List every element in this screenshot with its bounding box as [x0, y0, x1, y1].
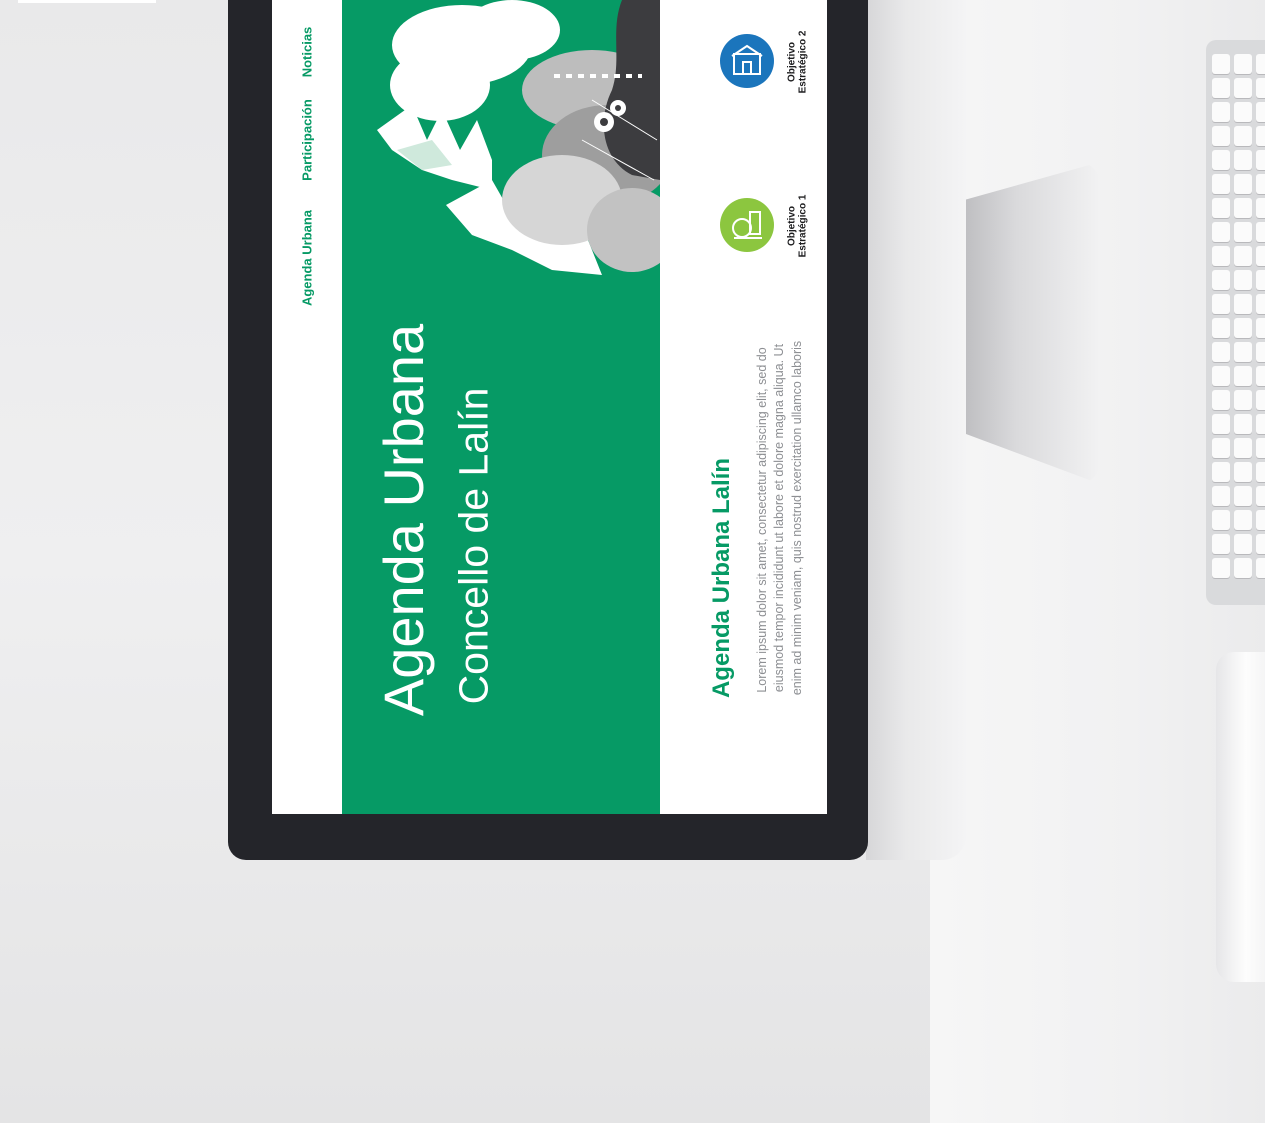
desk-scene: Agenda Urbana Participación Noticias Age…	[0, 0, 1265, 1123]
keyboard-key	[1212, 270, 1230, 290]
keyboard-key	[1256, 462, 1265, 482]
keyboard-key	[1256, 294, 1265, 314]
keyboard-key	[1256, 198, 1265, 218]
keyboard-key	[1234, 54, 1252, 74]
paragraph-line: Lorem ipsum dolor sit amet, consectetur …	[755, 347, 769, 693]
keyboard-key	[1212, 198, 1230, 218]
keyboard-key	[1234, 102, 1252, 122]
monitor-stand	[962, 162, 1100, 484]
keyboard-key	[1212, 366, 1230, 386]
key-column	[1256, 54, 1265, 582]
keyboard-key	[1212, 150, 1230, 170]
keyboard-key	[1212, 174, 1230, 194]
keyboard-key	[1256, 390, 1265, 410]
nav-participacion[interactable]: Participación	[300, 99, 315, 181]
keyboard-key	[1256, 78, 1265, 98]
keyboard-key	[1234, 486, 1252, 506]
objective-2-line2: Estratégico 2	[797, 30, 808, 94]
keyboard-key	[1212, 294, 1230, 314]
keyboard-key	[1212, 438, 1230, 458]
keyboard-key	[1234, 78, 1252, 98]
keyboard-key	[1256, 486, 1265, 506]
keyboard-key	[1256, 126, 1265, 146]
objective-1-line2: Estratégico 1	[797, 194, 808, 258]
monitor-chin	[866, 0, 966, 860]
keyboard-key	[1212, 222, 1230, 242]
keyboard-key	[1212, 510, 1230, 530]
keyboard-key	[1256, 270, 1265, 290]
building-icon[interactable]	[720, 34, 774, 88]
website-screen: Agenda Urbana Participación Noticias Age…	[272, 0, 827, 814]
keyboard-key	[1234, 126, 1252, 146]
keyboard-key	[1234, 438, 1252, 458]
key-column	[1234, 54, 1252, 582]
hero-subtitle: Concello de Lalín	[450, 387, 497, 705]
keyboard-key	[1234, 222, 1252, 242]
keyboard-key	[1256, 102, 1265, 122]
keyboard-key	[1212, 390, 1230, 410]
keyboard-key	[1234, 510, 1252, 530]
hero-banner: Agenda Urbana Concello de Lalín	[342, 0, 660, 814]
objective-1-line1: Objetivo	[786, 206, 798, 247]
keyboard-key	[1256, 150, 1265, 170]
objective-2-label: Objetivo Estratégico 2	[786, 30, 809, 94]
keyboard-key	[1212, 414, 1230, 434]
keyboard-key	[1256, 558, 1265, 578]
paragraph-line: eiusmod tempor incididunt ut labore et d…	[772, 343, 786, 693]
keyboard-key	[1212, 102, 1230, 122]
top-navigation: Agenda Urbana Participación Noticias	[272, 0, 342, 814]
section-title: Agenda Urbana Lalín	[708, 457, 735, 699]
keyboard-key	[1212, 462, 1230, 482]
hero-title: Agenda Urbana	[372, 323, 435, 717]
park-icon[interactable]	[720, 198, 774, 252]
keyboard-key	[1256, 174, 1265, 194]
keyboard-key	[1212, 534, 1230, 554]
objective-2-line1: Objetivo	[786, 42, 798, 83]
keyboard-key	[1234, 246, 1252, 266]
keyboard-key	[1234, 342, 1252, 362]
city-illustration	[377, 0, 660, 275]
keyboard	[1206, 40, 1265, 605]
paper-edge	[18, 0, 156, 3]
keyboard-key	[1256, 414, 1265, 434]
keyboard-key	[1234, 366, 1252, 386]
nav-agenda-urbana[interactable]: Agenda Urbana	[300, 210, 315, 306]
keyboard-key	[1234, 294, 1252, 314]
keyboard-key	[1212, 246, 1230, 266]
keyboard-key	[1256, 510, 1265, 530]
keyboard-key	[1212, 558, 1230, 578]
content-area: Agenda Urbana Lalín Lorem ipsum dolor si…	[660, 0, 827, 814]
keyboard-key	[1234, 414, 1252, 434]
keyboard-key	[1234, 558, 1252, 578]
keyboard-key	[1212, 126, 1230, 146]
keyboard-key	[1212, 342, 1230, 362]
keyboard-key	[1234, 174, 1252, 194]
paragraph-line: enim ad minim veniam, quis nostrud exerc…	[790, 340, 804, 696]
keyboard-key	[1234, 198, 1252, 218]
keyboard-key	[1234, 390, 1252, 410]
objective-1-label: Objetivo Estratégico 1	[786, 194, 809, 258]
keyboard-key	[1256, 222, 1265, 242]
keyboard-key	[1212, 318, 1230, 338]
mouse	[1216, 652, 1265, 982]
keyboard-key	[1234, 270, 1252, 290]
keyboard-key	[1256, 534, 1265, 554]
keyboard-key	[1234, 150, 1252, 170]
keyboard-key	[1256, 342, 1265, 362]
keyboard-key	[1256, 54, 1265, 74]
keyboard-key	[1256, 246, 1265, 266]
keyboard-key	[1256, 318, 1265, 338]
keyboard-key	[1234, 534, 1252, 554]
keyboard-key	[1256, 366, 1265, 386]
keyboard-key	[1212, 486, 1230, 506]
keyboard-key	[1212, 54, 1230, 74]
keyboard-key	[1234, 318, 1252, 338]
key-column	[1212, 54, 1230, 582]
keyboard-key	[1234, 462, 1252, 482]
keyboard-key	[1212, 78, 1230, 98]
keyboard-key	[1256, 438, 1265, 458]
nav-noticias[interactable]: Noticias	[300, 27, 315, 78]
